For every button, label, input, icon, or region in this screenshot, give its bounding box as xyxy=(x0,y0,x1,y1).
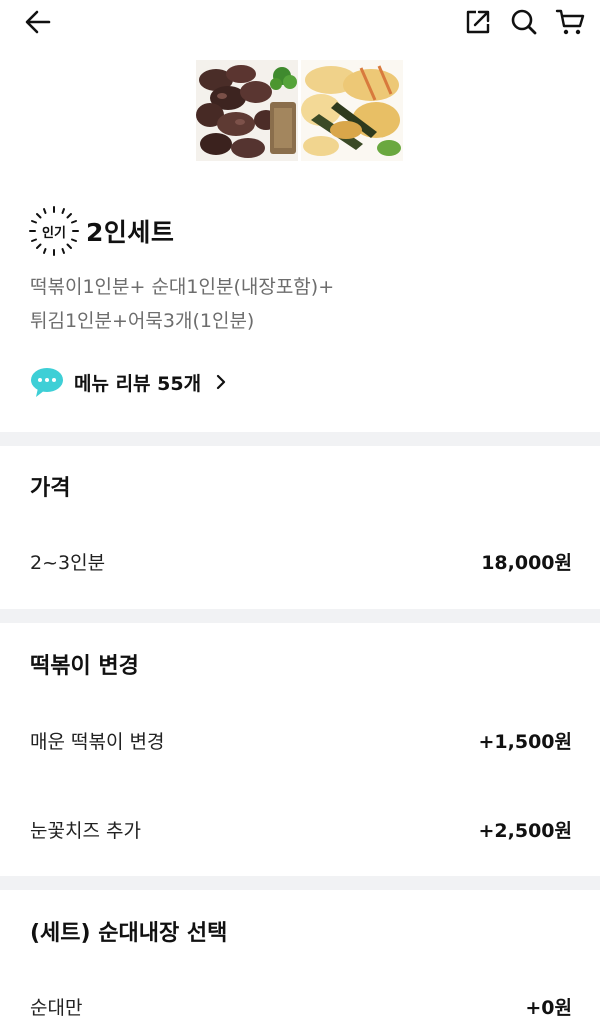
cart-button[interactable] xyxy=(554,6,586,38)
price-section-title: 가격 xyxy=(30,476,71,501)
sundae-photo xyxy=(196,60,298,161)
option-price: +0원 xyxy=(525,996,572,1019)
speech-bubble-icon xyxy=(31,368,63,397)
chevron-right-icon xyxy=(215,374,227,390)
top-bar xyxy=(0,0,600,46)
option-row[interactable]: 눈꽃치즈 추가 +2,500원 xyxy=(30,814,572,844)
cart-icon xyxy=(555,9,585,35)
back-button[interactable] xyxy=(22,6,54,38)
sundae-section-title: (세트) 순대내장 선택 xyxy=(30,921,228,946)
search-icon xyxy=(511,9,537,35)
option-name: 매운 떡볶이 변경 xyxy=(30,730,165,753)
section-divider xyxy=(0,609,600,623)
menu-title-row: 인기 2인세트 xyxy=(28,205,174,257)
option-name: 눈꽃치즈 추가 xyxy=(30,819,141,842)
option-name: 순대만 xyxy=(30,996,83,1019)
option-price: +2,500원 xyxy=(478,819,573,842)
section-divider xyxy=(0,876,600,890)
option-name: 2~3인분 xyxy=(30,551,106,574)
popular-badge-label: 인기 xyxy=(42,225,66,241)
menu-description-line: 떡볶이1인분+ 순대1인분(내장포함)+ xyxy=(30,276,335,298)
tteokbokki-section-title: 떡볶이 변경 xyxy=(30,654,139,679)
arrow-left-icon xyxy=(25,10,51,34)
option-price: +1,500원 xyxy=(478,730,573,753)
share-button[interactable] xyxy=(462,6,494,38)
share-icon xyxy=(466,10,490,34)
twigim-photo xyxy=(301,60,403,161)
option-row[interactable]: 2~3인분 18,000원 xyxy=(30,546,572,576)
popular-badge: 인기 xyxy=(28,205,80,257)
search-button[interactable] xyxy=(508,6,540,38)
menu-image xyxy=(196,60,404,161)
menu-title: 2인세트 xyxy=(86,218,175,247)
option-price: 18,000원 xyxy=(481,551,572,574)
menu-review-link[interactable]: 메뉴 리뷰 55개 xyxy=(30,366,227,398)
option-row[interactable]: 순대만 +0원 xyxy=(30,991,572,1021)
review-count-label: 메뉴 리뷰 55개 xyxy=(74,372,202,395)
section-divider xyxy=(0,432,600,446)
option-row[interactable]: 매운 떡볶이 변경 +1,500원 xyxy=(30,725,572,755)
menu-description: 떡볶이1인분+ 순대1인분(내장포함)+ 튀김1인분+어묵3개(1인분) xyxy=(30,270,570,338)
menu-description-line: 튀김1인분+어묵3개(1인분) xyxy=(30,310,255,332)
